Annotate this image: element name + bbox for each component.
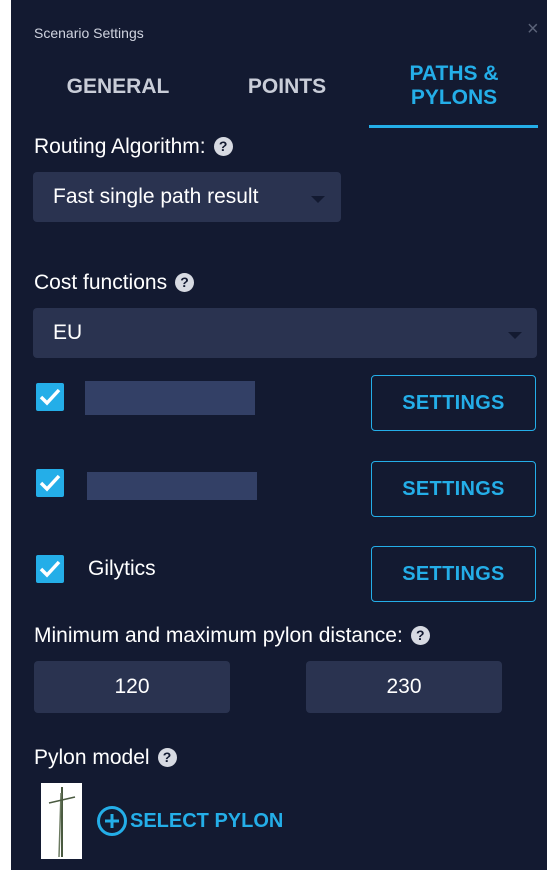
checkmark-icon	[39, 560, 61, 578]
checkmark-icon	[39, 388, 61, 406]
tab-paths-pylons-line1: PATHS &	[409, 62, 499, 85]
routing-algorithm-value: Fast single path result	[53, 185, 259, 208]
chevron-down-icon	[311, 196, 325, 203]
close-icon[interactable]: ×	[527, 19, 539, 39]
routing-algorithm-select[interactable]: Fast single path result	[33, 172, 341, 222]
cost-item-3-label: Gilytics	[88, 557, 156, 580]
tab-general[interactable]: GENERAL	[59, 75, 177, 99]
cost-item-1-checkbox[interactable]	[36, 383, 64, 411]
select-pylon-button[interactable]: SELECT PYLON	[97, 806, 283, 836]
help-icon[interactable]: ?	[410, 626, 430, 645]
cost-item-2-label	[87, 472, 257, 500]
cost-item-1-label	[85, 381, 255, 415]
scenario-settings-panel: Scenario Settings × GENERAL POINTS PATHS…	[11, 0, 547, 870]
cost-functions-label-text: Cost functions	[34, 271, 168, 294]
cost-item-3-settings-button[interactable]: SETTINGS	[371, 546, 536, 602]
help-icon[interactable]: ?	[213, 137, 233, 156]
help-icon[interactable]: ?	[175, 273, 195, 292]
pylon-distance-min-input[interactable]: 120	[34, 661, 230, 713]
active-tab-indicator	[369, 125, 538, 128]
pylon-model-label-text: Pylon model	[34, 746, 150, 769]
cost-functions-select[interactable]: EU	[33, 308, 537, 358]
cost-item-3-checkbox[interactable]	[36, 555, 64, 583]
tab-paths-pylons[interactable]: PATHS & PYLONS	[381, 62, 527, 110]
checkmark-icon	[39, 474, 61, 492]
pylon-model-label: Pylon model?	[34, 746, 177, 770]
cost-functions-label: Cost functions?	[34, 271, 195, 295]
pylon-icon	[48, 787, 76, 858]
cost-item-2-checkbox[interactable]	[36, 469, 64, 497]
cost-functions-value: EU	[53, 321, 83, 344]
help-icon[interactable]: ?	[157, 748, 177, 767]
cost-item-1-settings-button[interactable]: SETTINGS	[371, 375, 536, 431]
pylon-distance-label-text: Minimum and maximum pylon distance:	[34, 624, 403, 647]
select-pylon-label: SELECT PYLON	[130, 809, 284, 832]
cost-item-2-settings-button[interactable]: SETTINGS	[371, 461, 536, 517]
routing-algorithm-label-text: Routing Algorithm:	[34, 135, 206, 158]
tab-points[interactable]: POINTS	[237, 75, 337, 99]
add-circle-icon	[97, 806, 127, 836]
panel-title: Scenario Settings	[34, 25, 144, 41]
pylon-distance-max-input[interactable]: 230	[306, 661, 502, 713]
chevron-down-icon	[508, 332, 522, 339]
pylon-distance-label: Minimum and maximum pylon distance:?	[34, 624, 430, 648]
pylon-thumbnail	[41, 783, 82, 859]
tab-paths-pylons-line2: PYLONS	[410, 86, 498, 109]
routing-algorithm-label: Routing Algorithm:?	[34, 135, 233, 159]
